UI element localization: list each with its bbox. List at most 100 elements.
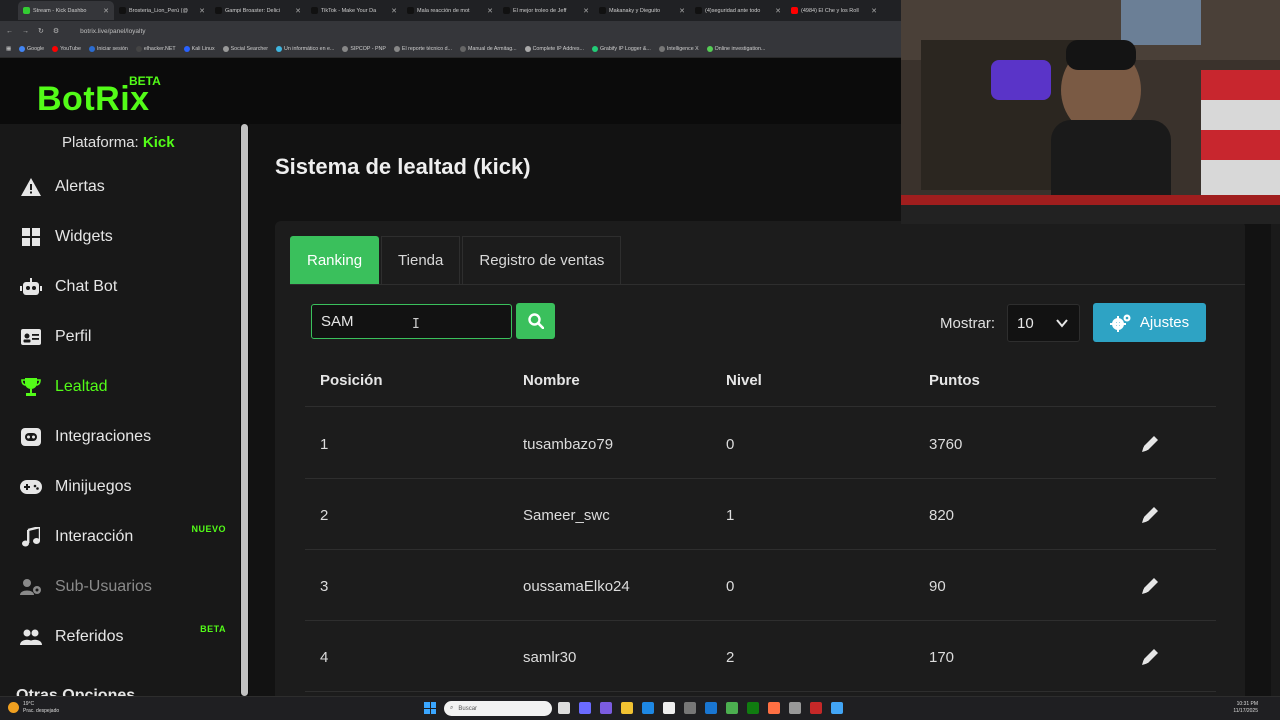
browser-tab[interactable]: TikTok - Make Your Da ✕ (306, 1, 402, 20)
firefox-icon[interactable] (768, 702, 780, 714)
settings-button[interactable]: Ajustes (1093, 303, 1206, 342)
close-icon[interactable]: ✕ (775, 7, 781, 15)
table-row: 1 tusambazo79 0 3760 (305, 408, 1216, 479)
back-icon[interactable]: ← (6, 28, 13, 35)
close-icon[interactable]: ✕ (391, 7, 397, 15)
url-field[interactable]: botrix.live/panel/loyalty (80, 28, 145, 35)
table-header: Posición Nombre Nivel Puntos (305, 351, 1216, 407)
close-icon[interactable]: ✕ (679, 7, 685, 15)
sidebar-item-sub-usuarios[interactable]: Sub-Usuarios (0, 562, 240, 612)
column-header-posicion[interactable]: Posición (320, 372, 383, 389)
pencil-icon[interactable] (1140, 647, 1160, 667)
app-icon[interactable] (831, 702, 843, 714)
tiktok-icon (503, 7, 510, 14)
windows-start-button[interactable] (424, 702, 436, 714)
browser-tab[interactable]: El mejor troleo de Jeff ✕ (498, 1, 594, 20)
chrome-icon[interactable] (726, 702, 738, 714)
page-title: Sistema de lealtad (kick) (275, 154, 531, 179)
search-icon: ⌕ (450, 705, 454, 711)
search-button[interactable] (516, 303, 555, 339)
app-icon[interactable] (705, 702, 717, 714)
sidebar-item-minijuegos[interactable]: Minijuegos (0, 462, 240, 512)
sidebar-item-lealtad[interactable]: Lealtad (0, 362, 240, 412)
bookmark[interactable]: SIPCOP - PNP (342, 46, 386, 52)
pencil-icon[interactable] (1140, 576, 1160, 596)
browser-tab[interactable]: (4)seguridad ante todo ✕ (690, 1, 786, 20)
bookmark[interactable]: Online investigation... (706, 46, 765, 52)
teams-icon[interactable] (600, 702, 612, 714)
kick-icon (23, 7, 30, 14)
browser-tab[interactable]: Makanaky y Dieguito ✕ (594, 1, 690, 20)
sidebar-item-integraciones[interactable]: Integraciones (0, 412, 240, 462)
bookmark[interactable]: Intelligence X (658, 46, 699, 52)
browser-tab[interactable]: Gampi Broaster: Delici ✕ (210, 1, 306, 20)
sidebar-scrollbar[interactable] (240, 124, 249, 696)
file-explorer-icon[interactable] (621, 702, 633, 714)
gamepad-icon (20, 476, 42, 498)
browser-tab[interactable]: (4984) El Che y los Roll ✕ (786, 1, 882, 20)
task-view-icon[interactable] (558, 702, 570, 714)
bookmark[interactable]: Social Searcher (222, 46, 268, 52)
close-icon[interactable]: ✕ (103, 7, 109, 15)
bookmark[interactable]: Kali Linux (183, 46, 215, 52)
edge-icon[interactable] (642, 702, 654, 714)
bookmark[interactable]: Grabify IP Logger &... (592, 46, 651, 52)
apps-icon[interactable]: ▦ (6, 46, 11, 52)
pencil-icon[interactable] (1140, 434, 1160, 454)
close-icon[interactable]: ✕ (583, 7, 589, 15)
taskbar-search[interactable]: ⌕ Buscar (444, 701, 552, 716)
tab-registro-ventas[interactable]: Registro de ventas (462, 236, 622, 284)
obs-icon[interactable] (789, 702, 801, 714)
bookmark[interactable]: Un informático en e... (276, 46, 334, 52)
sidebar-item-interaccion[interactable]: Interacción NUEVO (0, 512, 240, 562)
pencil-icon[interactable] (1140, 505, 1160, 525)
table-row: 3 oussamaElko24 0 90 (305, 550, 1216, 621)
close-icon[interactable]: ✕ (871, 7, 877, 15)
sidebar-item-widgets[interactable]: Widgets (0, 212, 240, 262)
tiktok-icon (215, 7, 222, 14)
app-icon[interactable] (810, 702, 822, 714)
cell-level: 0 (726, 578, 735, 595)
forward-icon[interactable]: → (22, 28, 29, 35)
bookmark[interactable]: Iniciar sesión (88, 46, 128, 52)
discord-icon (20, 426, 42, 448)
app-icon[interactable] (684, 702, 696, 714)
reload-icon[interactable]: ↻ (38, 27, 44, 35)
sidebar-item-perfil[interactable]: Perfil (0, 312, 240, 362)
page-size-select[interactable]: 10 (1007, 304, 1080, 342)
close-icon[interactable]: ✕ (199, 7, 205, 15)
sidebar-item-referidos[interactable]: Referidos BETA (0, 612, 240, 662)
bookmark[interactable]: YouTube (52, 46, 81, 52)
bookmark[interactable]: Google (19, 46, 44, 52)
bookmark[interactable]: Complete IP Addres... (524, 46, 584, 52)
browser-tab[interactable]: Stream - Kick Dashbo ✕ (18, 1, 114, 20)
bookmark[interactable]: elhacker.NET (135, 46, 176, 52)
tab-ranking[interactable]: Ranking (290, 236, 380, 284)
sidebar-item-alertas[interactable]: Alertas (0, 162, 240, 212)
system-clock[interactable]: 10:31 PM 11/17/2025 (1233, 701, 1258, 715)
bookmark[interactable]: El reporte técnico d... (393, 46, 452, 52)
cell-position: 2 (320, 507, 329, 524)
browser-tab[interactable]: Brosteria_Lion_Perú (@ ✕ (114, 1, 210, 20)
column-header-nivel[interactable]: Nivel (726, 372, 762, 389)
copilot-icon[interactable] (579, 702, 591, 714)
sidebar-item-chat-bot[interactable]: Chat Bot (0, 262, 240, 312)
store-icon[interactable] (663, 702, 675, 714)
tiktok-icon (311, 7, 318, 14)
column-header-nombre[interactable]: Nombre (523, 372, 580, 389)
xbox-icon[interactable] (747, 702, 759, 714)
close-icon[interactable]: ✕ (295, 7, 301, 15)
browser-tab[interactable]: Mala reacción de mot ✕ (402, 1, 498, 20)
close-icon[interactable]: ✕ (487, 7, 493, 15)
weather-widget[interactable]: 19°C Prac. despejado (8, 701, 59, 714)
show-label: Mostrar: (940, 315, 996, 332)
text-cursor-icon: I (412, 317, 420, 332)
cell-position: 4 (320, 649, 329, 666)
column-header-puntos[interactable]: Puntos (929, 372, 980, 389)
robot-icon (20, 276, 42, 298)
tab-tienda[interactable]: Tienda (381, 236, 461, 284)
site-info-icon[interactable]: ⚙ (53, 27, 59, 35)
warning-icon (20, 176, 42, 198)
bookmark[interactable]: Manual de Armitag... (459, 46, 517, 52)
scrollbar-thumb[interactable] (241, 124, 248, 696)
